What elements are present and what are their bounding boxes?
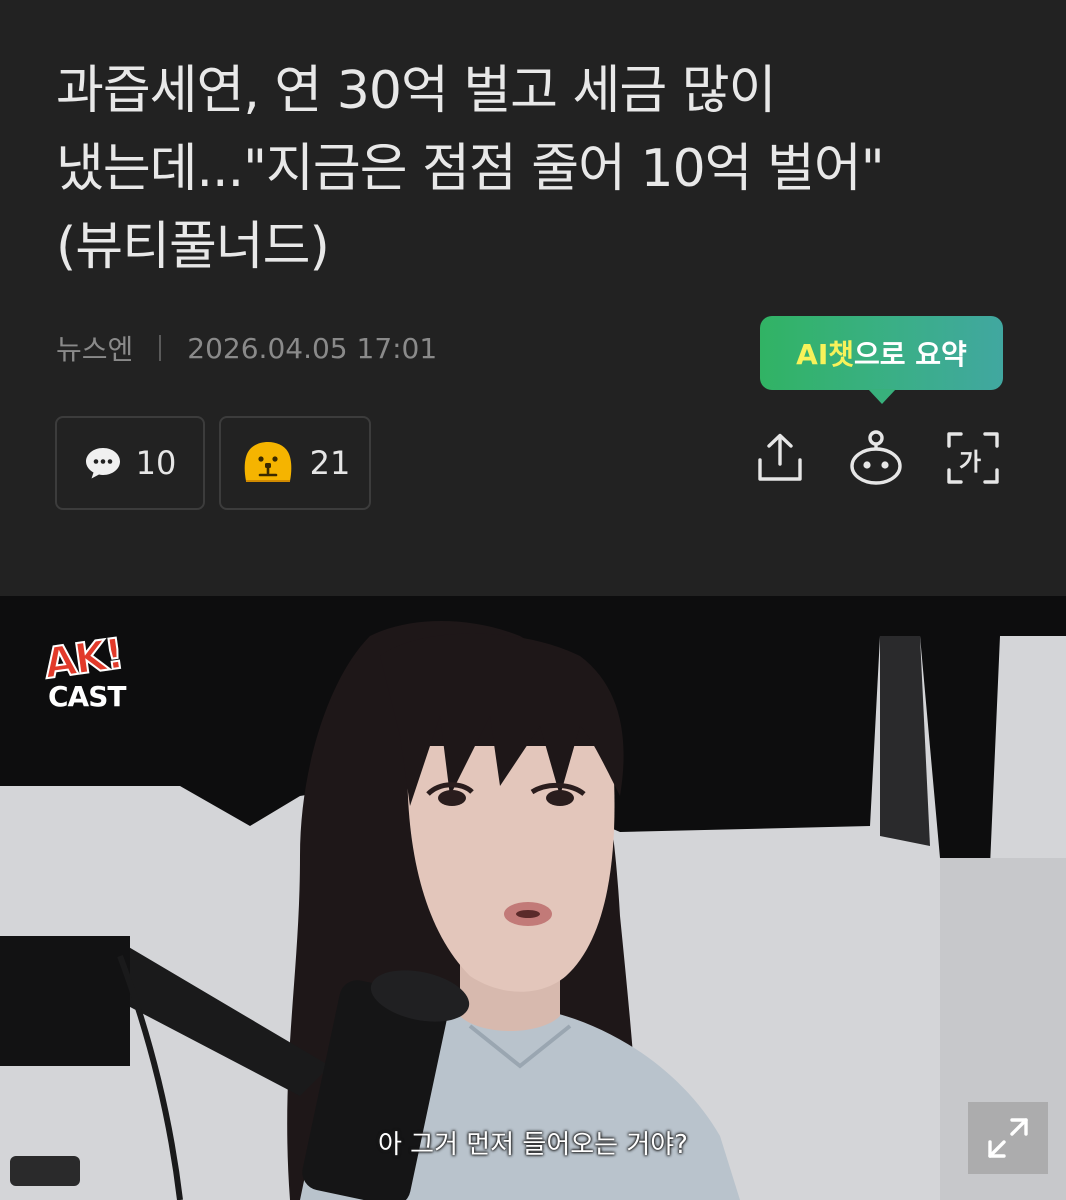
news-source[interactable]: 뉴스엔 [56, 328, 133, 368]
article-meta: 뉴스엔 2026.04.05 17:01 [56, 328, 437, 368]
article-headline: 과즙세연, 연 30억 벌고 세금 많이 냈는데..."지금은 점점 줄어 10… [56, 61, 885, 277]
tooltip-arrow [868, 389, 896, 404]
article-header: 과즙세연, 연 30억 벌고 세금 많이 냈는데..."지금은 점점 줄어 10… [0, 0, 1066, 596]
font-size-label: 가 [959, 448, 982, 476]
speech-bubble-icon [84, 445, 122, 481]
comment-button[interactable]: 10 [55, 416, 205, 510]
emoji-count: 21 [309, 444, 351, 482]
ai-bot-icon[interactable] [848, 430, 904, 486]
publish-datetime: 2026.04.05 17:01 [187, 331, 438, 365]
emoji-reaction-button[interactable]: 21 [219, 416, 371, 510]
expand-button[interactable] [968, 1102, 1048, 1174]
share-icon[interactable] [752, 430, 808, 486]
ak-cast-logo: AK! CAST [40, 628, 144, 718]
logo-line-2: CAST [48, 680, 126, 713]
video-player[interactable]: AK! CAST 아 그거 먼저 들어오는 거야? [0, 596, 1066, 1200]
emoji-face-icon [240, 441, 296, 485]
font-size-icon[interactable]: 가 [945, 430, 1001, 486]
ai-summary-tooltip[interactable]: AI챗 으로 요약 [760, 316, 1003, 404]
meta-divider [159, 335, 162, 361]
video-frame [0, 596, 1066, 1200]
ai-chat-label: AI챗 [796, 338, 855, 371]
summary-label: 으로 요약 [854, 338, 967, 371]
expand-icon [988, 1118, 1028, 1158]
video-caption: 아 그거 먼저 들어오는 거야? [378, 1130, 688, 1160]
comment-count: 10 [135, 444, 177, 482]
